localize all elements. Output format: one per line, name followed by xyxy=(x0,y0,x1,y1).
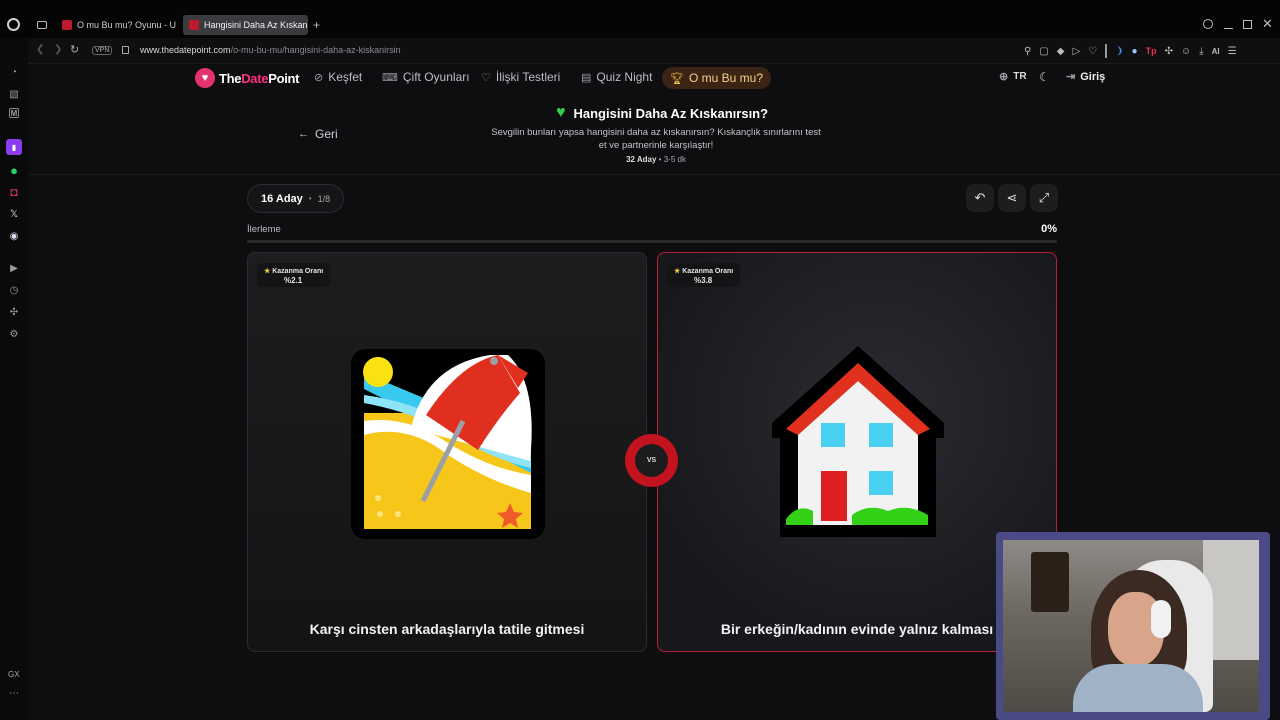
webcam-feed xyxy=(1003,540,1259,712)
opera-logo-icon[interactable] xyxy=(7,18,20,31)
url-field[interactable]: www.thedatepoint.com/o-mu-bu-mu/hangisin… xyxy=(140,45,401,55)
minimize-icon[interactable] xyxy=(1224,28,1233,29)
divider xyxy=(1105,44,1108,58)
nav-kesfet[interactable]: ⊘ Keşfet xyxy=(314,70,362,84)
tab-omubumu[interactable]: O mu Bu mu? Oyunu - Uw xyxy=(56,15,176,35)
twitch-icon[interactable]: ▮ xyxy=(6,139,22,155)
menu-icon[interactable]: ☰ xyxy=(1228,46,1237,57)
reload-icon[interactable]: ↻ xyxy=(70,43,79,56)
heart-logo-icon: ♥ xyxy=(195,68,215,88)
whatsapp-icon[interactable]: ● xyxy=(6,162,22,178)
restore-icon[interactable] xyxy=(1243,20,1252,29)
login-icon: ⇥ xyxy=(1066,71,1076,83)
quiz-icon: ▤ xyxy=(581,71,592,84)
close-window-icon[interactable]: ✕ xyxy=(1262,16,1273,32)
tab-favicon-icon xyxy=(62,20,72,30)
wave-icon[interactable]: ❩ xyxy=(1115,46,1123,57)
star-icon: ★ xyxy=(674,268,681,275)
more-icon[interactable]: ⋯ xyxy=(9,688,19,699)
lock-icon xyxy=(122,46,129,54)
back-button[interactable]: ← Geri xyxy=(298,127,338,141)
compass-icon: ⊘ xyxy=(314,71,324,84)
win-rate-badge: ★ Kazanma Oranı %2.1 xyxy=(257,263,330,287)
vpn-badge[interactable]: VPN xyxy=(92,46,113,55)
option-caption-left: Karşı cinsten arkadaşlarıyla tatile gitm… xyxy=(309,621,585,637)
share-icon: ⋖ xyxy=(1006,190,1018,205)
tab-hangisini[interactable]: Hangisini Daha Az Kıskanır xyxy=(183,15,308,35)
site-logo[interactable]: ♥ TheDatePoint xyxy=(195,68,300,88)
theme-toggle[interactable]: ☾ xyxy=(1039,70,1050,84)
globe-icon: ⊕ xyxy=(999,71,1009,83)
page-description: Sevgilin bunları yapsa hangisini daha az… xyxy=(491,127,821,151)
forward-arrow-icon[interactable]: ❯ xyxy=(54,44,62,55)
beach-umbrella-icon xyxy=(351,349,545,539)
option-card-left[interactable]: ★ Kazanma Oranı %2.1 Karşı cinsten arkad… xyxy=(247,252,647,652)
puzzle-icon[interactable]: ✣ xyxy=(1165,46,1173,57)
settings-gear-icon[interactable]: ⚙ xyxy=(6,326,22,342)
nav-quiz-night[interactable]: ▤ Quiz Night xyxy=(581,70,652,84)
nav-iliski-testleri[interactable]: ♡ İlişki Testleri xyxy=(481,70,560,84)
progress-label: İlerleme xyxy=(247,224,281,235)
pin-icon[interactable]: ⚲ xyxy=(1024,46,1031,57)
win-rate-badge: ★ Kazanma Oranı %3.8 xyxy=(667,263,740,287)
heart-icon[interactable]: ♡ xyxy=(1088,46,1097,57)
webcam-overlay xyxy=(996,532,1270,720)
browser-sidebar: ◔ ▧ M ▮ ● ◘ 𝕏 ◉ ▶ ◷ ✣ ⚙ GX ⋯ xyxy=(0,38,28,720)
house-icon xyxy=(772,346,944,537)
progress-percent: 0% xyxy=(1041,223,1057,235)
header-divider xyxy=(28,174,1280,175)
back-arrow-icon[interactable]: ❮ xyxy=(36,44,44,55)
moon-icon: ☾ xyxy=(1039,70,1050,84)
screenshot-icon[interactable]: ▢ xyxy=(1039,46,1048,57)
share-button[interactable]: ⋖ xyxy=(998,184,1026,212)
trophy-icon: 🏆︎ xyxy=(670,72,684,85)
tab-favicon-icon xyxy=(189,20,199,30)
history-icon[interactable]: ◷ xyxy=(6,282,22,298)
mail-icon[interactable]: M xyxy=(9,108,19,118)
address-bar: ❮ ❯ ↻ VPN www.thedatepoint.com/o-mu-bu-m… xyxy=(28,38,1280,64)
new-tab-plus-icon[interactable]: + xyxy=(313,18,320,32)
extensions-toolbar: ⚲ ▢ ◆ ▷ ♡ ❩ ● Tp ✣ ☺ ⤓ AI ☰ xyxy=(1024,44,1237,58)
green-heart-icon: ♥ xyxy=(556,104,566,121)
extensions-icon[interactable]: ✣ xyxy=(6,304,22,320)
fullscreen-icon: ⤢ xyxy=(1038,190,1050,205)
vs-badge: VS xyxy=(625,434,678,487)
download-icon[interactable]: ⤓ xyxy=(1199,46,1203,57)
globe-ext-icon[interactable]: ● xyxy=(1132,46,1138,57)
undo-icon: ↶ xyxy=(974,190,986,205)
x-icon[interactable]: 𝕏 xyxy=(6,206,22,222)
discord-icon[interactable]: ◉ xyxy=(6,228,22,244)
nav-cift-oyunlari[interactable]: ⌨ Çift Oyunları xyxy=(382,70,470,84)
play-icon[interactable]: ▷ xyxy=(1072,46,1080,57)
headphones xyxy=(1151,600,1171,638)
player-icon[interactable]: ▶ xyxy=(6,260,22,276)
progress-bar xyxy=(247,240,1057,243)
search-icon[interactable] xyxy=(1203,19,1213,29)
undo-button[interactable]: ↶ xyxy=(966,184,994,212)
tp-ext-icon[interactable]: Tp xyxy=(1146,46,1157,56)
tab-switcher-icon[interactable] xyxy=(37,21,47,29)
gamepad-icon: ⌨ xyxy=(382,71,398,84)
meta-info: 32 Aday • 3-5 dk xyxy=(626,155,686,164)
language-selector[interactable]: ⊕ TR xyxy=(999,70,1027,83)
nav-o-mu-bu-mu[interactable]: 🏆︎ O mu Bu mu? xyxy=(662,67,771,89)
instagram-icon[interactable]: ◘ xyxy=(6,184,22,200)
fullscreen-button[interactable]: ⤢ xyxy=(1030,184,1058,212)
gx-label[interactable]: GX xyxy=(8,670,20,679)
speed-dial-icon[interactable]: ◔ xyxy=(6,64,22,80)
person-shirt xyxy=(1073,664,1203,712)
round-indicator: 16 Aday • 1/8 xyxy=(247,184,344,213)
wall-painting xyxy=(1031,552,1069,612)
shield-icon[interactable]: ◆ xyxy=(1057,46,1065,57)
arrow-left-icon: ← xyxy=(298,128,309,140)
ai-button[interactable]: AI xyxy=(1212,47,1220,56)
news-icon[interactable]: ▧ xyxy=(6,86,22,102)
profile-icon[interactable]: ☺ xyxy=(1181,46,1191,57)
login-button[interactable]: ⇥ Giriş xyxy=(1066,70,1105,84)
page-title: ♥ Hangisini Daha Az Kıskanırsın? xyxy=(556,104,769,121)
star-icon: ★ xyxy=(264,268,271,275)
browser-tab-bar: O mu Bu mu? Oyunu - Uw Hangisini Daha Az… xyxy=(0,0,1280,38)
heart-outline-icon: ♡ xyxy=(481,71,491,84)
